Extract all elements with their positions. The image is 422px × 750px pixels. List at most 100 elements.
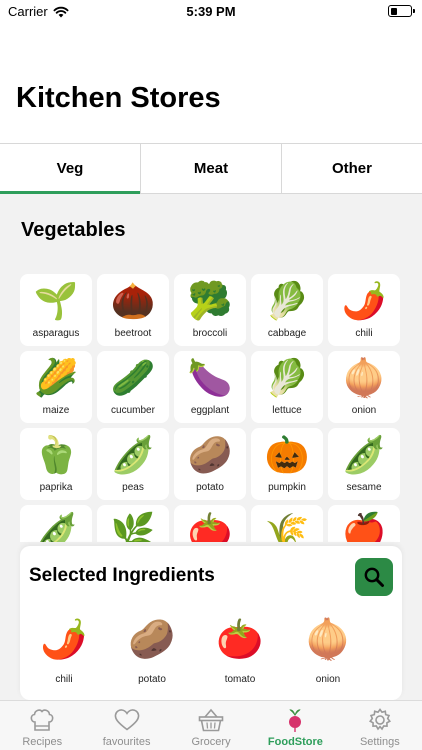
tomato-icon: 🍅 [216, 619, 264, 661]
ingredient-tile-wheat[interactable]: 🌾 [251, 505, 323, 542]
ingredient-tile-eggplant[interactable]: 🍆 eggplant [174, 351, 246, 423]
basket-icon [197, 706, 225, 734]
battery-icon [388, 5, 415, 17]
gear-icon [366, 706, 394, 734]
search-recipes-button[interactable] [355, 558, 393, 596]
selected-item-onion[interactable]: 🧅 onion [284, 616, 372, 685]
vegetable-grid-scroll[interactable]: 🌱 asparagus 🌰 beetroot 🥦 broccoli 🥬 cabbage … [0, 274, 422, 542]
ingredient-tile-lettuce[interactable]: 🥬 lettuce [251, 351, 323, 423]
tabbar-grocery[interactable]: Grocery [169, 701, 253, 750]
tile-label: cucumber [111, 405, 155, 416]
category-tabs: Veg Meat Other [0, 144, 422, 194]
apple-icon: 🍎 [341, 511, 387, 542]
vegetable-grid: 🌱 asparagus 🌰 beetroot 🥦 broccoli 🥬 cabbage … [20, 274, 400, 542]
tabbar-label: Recipes [22, 736, 63, 748]
wheat-icon: 🌾 [264, 511, 310, 542]
ingredient-tile-tomato[interactable]: 🍅 [174, 505, 246, 542]
cucumber-icon: 🥒 [110, 357, 156, 398]
tab-veg-label: Veg [56, 160, 84, 177]
beetroot-icon: 🌰 [110, 280, 156, 321]
ingredient-tile-pumpkin[interactable]: 🎃 pumpkin [251, 428, 323, 500]
status-time: 5:39 PM [186, 4, 236, 19]
tile-label: chili [355, 328, 373, 339]
ingredient-tile-sesame[interactable]: 🫛 sesame [328, 428, 400, 500]
tabbar-settings[interactable]: Settings [338, 701, 422, 750]
tile-label: maize [42, 405, 70, 416]
potato-icon: 🥔 [187, 434, 233, 475]
search-icon [364, 567, 384, 587]
ingredient-tile-cabbage[interactable]: 🥬 cabbage [251, 274, 323, 346]
sesame-icon: 🫛 [341, 434, 387, 475]
bottom-tab-bar: Recipes favourites Grocery FoodStore Set… [0, 700, 422, 750]
tabbar-label: Grocery [191, 736, 231, 748]
tabbar-foodstore[interactable]: FoodStore [253, 701, 337, 750]
chili-icon: 🌶️ [40, 619, 88, 661]
tabbar-favourites[interactable]: favourites [84, 701, 168, 750]
selected-item-label: potato [138, 674, 166, 685]
selected-item-potato[interactable]: 🥔 potato [108, 616, 196, 685]
paprika-icon: 🫑 [33, 434, 79, 475]
tile-label: onion [351, 405, 377, 416]
asparagus-icon: 🌱 [33, 280, 79, 321]
ingredient-tile-beetroot[interactable]: 🌰 beetroot [97, 274, 169, 346]
tabbar-label: Settings [359, 736, 400, 748]
selected-ingredients-title: Selected Ingredients [29, 565, 215, 586]
ingredient-tile-peas[interactable]: 🫛 peas [97, 428, 169, 500]
header: Kitchen Stores [0, 24, 422, 144]
ingredient-tile-paprika[interactable]: 🫑 paprika [20, 428, 92, 500]
chef-hat-icon [28, 706, 56, 734]
tab-other-label: Other [331, 160, 372, 177]
tab-veg[interactable]: Veg [0, 144, 141, 194]
ingredient-tile-chives[interactable]: 🌿 [97, 505, 169, 542]
tile-label: cabbage [267, 328, 307, 339]
chili-icon: 🌶️ [341, 280, 387, 321]
potato-icon: 🥔 [128, 619, 176, 661]
chives-icon: 🌿 [110, 511, 156, 542]
tabbar-label: favourites [102, 736, 151, 748]
ingredient-tile-maize[interactable]: 🌽 maize [20, 351, 92, 423]
maize-icon: 🌽 [33, 357, 79, 398]
tile-label: broccoli [192, 328, 228, 339]
broccoli-icon: 🥦 [187, 280, 233, 321]
selected-ingredients-panel: Selected Ingredients 🌶️ chili 🥔 potato 🍅 to… [20, 546, 402, 700]
ingredient-tile-broccoli[interactable]: 🥦 broccoli [174, 274, 246, 346]
radish-icon [281, 706, 309, 734]
selected-ingredients-list: 🌶️ chili 🥔 potato 🍅 tomato 🧅 onion [20, 616, 402, 685]
heart-icon [113, 706, 141, 734]
ingredient-tile-cucumber[interactable]: 🥒 cucumber [97, 351, 169, 423]
tabbar-recipes[interactable]: Recipes [0, 701, 84, 750]
page-title: Kitchen Stores [16, 82, 221, 114]
tile-label: peas [122, 482, 144, 493]
ingredient-tile-apple[interactable]: 🍎 [328, 505, 400, 542]
status-bar: Carrier 5:39 PM [0, 0, 422, 24]
tile-label: potato [196, 482, 224, 493]
onion-icon: 🧅 [341, 357, 387, 398]
selected-item-label: tomato [224, 674, 256, 685]
peas-icon: 🫛 [110, 434, 156, 475]
tile-label: asparagus [32, 328, 80, 339]
onion-icon: 🧅 [304, 619, 352, 661]
ingredient-tile-asparagus[interactable]: 🌱 asparagus [20, 274, 92, 346]
ingredient-tile-potato[interactable]: 🥔 potato [174, 428, 246, 500]
ingredient-tile-beans[interactable]: 🫛 [20, 505, 92, 542]
tile-label: sesame [346, 482, 382, 493]
ingredient-tile-onion[interactable]: 🧅 onion [328, 351, 400, 423]
tile-label: lettuce [272, 405, 302, 416]
tab-other[interactable]: Other [282, 144, 422, 193]
tile-label: beetroot [114, 328, 152, 339]
selected-item-label: chili [55, 674, 73, 685]
pumpkin-icon: 🎃 [264, 434, 310, 475]
section-title: Vegetables [21, 219, 126, 241]
ingredient-tile-chili[interactable]: 🌶️ chili [328, 274, 400, 346]
selected-item-tomato[interactable]: 🍅 tomato [196, 616, 284, 685]
selected-item-chili[interactable]: 🌶️ chili [20, 616, 108, 685]
tab-meat[interactable]: Meat [141, 144, 282, 193]
tab-meat-label: Meat [193, 160, 229, 177]
tile-label: pumpkin [268, 482, 306, 493]
tabbar-label: FoodStore [267, 736, 323, 748]
tomato-icon: 🍅 [187, 511, 233, 542]
cabbage-icon: 🥬 [264, 280, 310, 321]
tile-label: paprika [39, 482, 73, 493]
lettuce-icon: 🥬 [264, 357, 310, 398]
selected-item-label: onion [315, 674, 341, 685]
